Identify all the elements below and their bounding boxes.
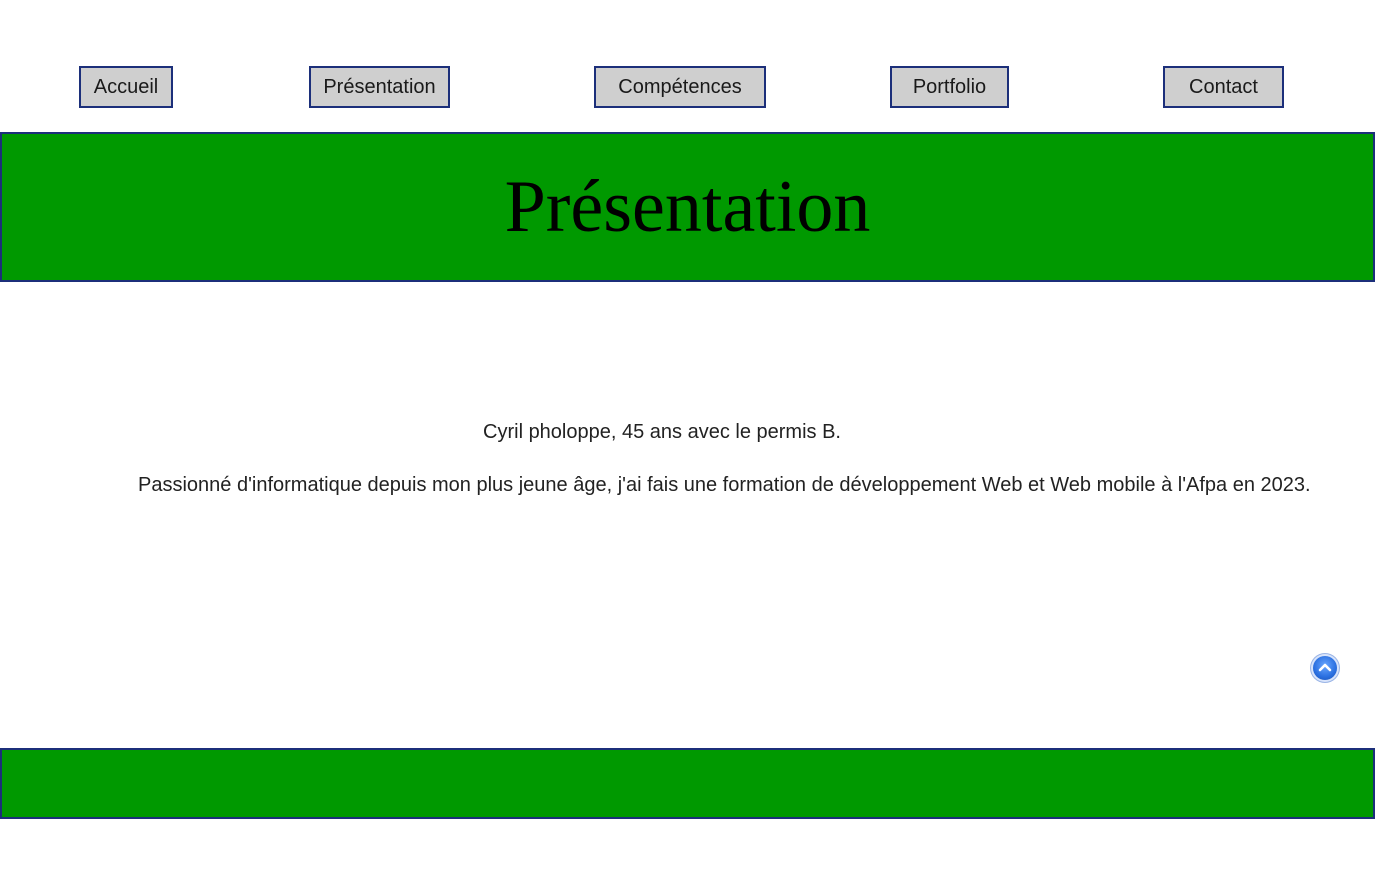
intro-passion-text: Passionné d'informatique depuis mon plus… bbox=[138, 474, 1311, 496]
nav-button-presentation[interactable]: Présentation bbox=[309, 66, 450, 108]
main-nav: Accueil Présentation Compétences Portfol… bbox=[0, 0, 1375, 132]
page-title: Présentation bbox=[504, 166, 871, 248]
chevron-up-icon bbox=[1318, 663, 1332, 672]
nav-button-competences[interactable]: Compétences bbox=[594, 66, 766, 108]
intro-identity-text: Cyril pholoppe, 45 ans avec le permis B. bbox=[483, 421, 841, 443]
header-banner: Présentation bbox=[0, 132, 1375, 282]
scroll-to-top-button[interactable] bbox=[1313, 656, 1337, 680]
main-content: Cyril pholoppe, 45 ans avec le permis B.… bbox=[0, 282, 1375, 748]
nav-button-accueil[interactable]: Accueil bbox=[79, 66, 173, 108]
nav-button-portfolio[interactable]: Portfolio bbox=[890, 66, 1009, 108]
nav-button-contact[interactable]: Contact bbox=[1163, 66, 1284, 108]
footer-bar bbox=[0, 748, 1375, 819]
